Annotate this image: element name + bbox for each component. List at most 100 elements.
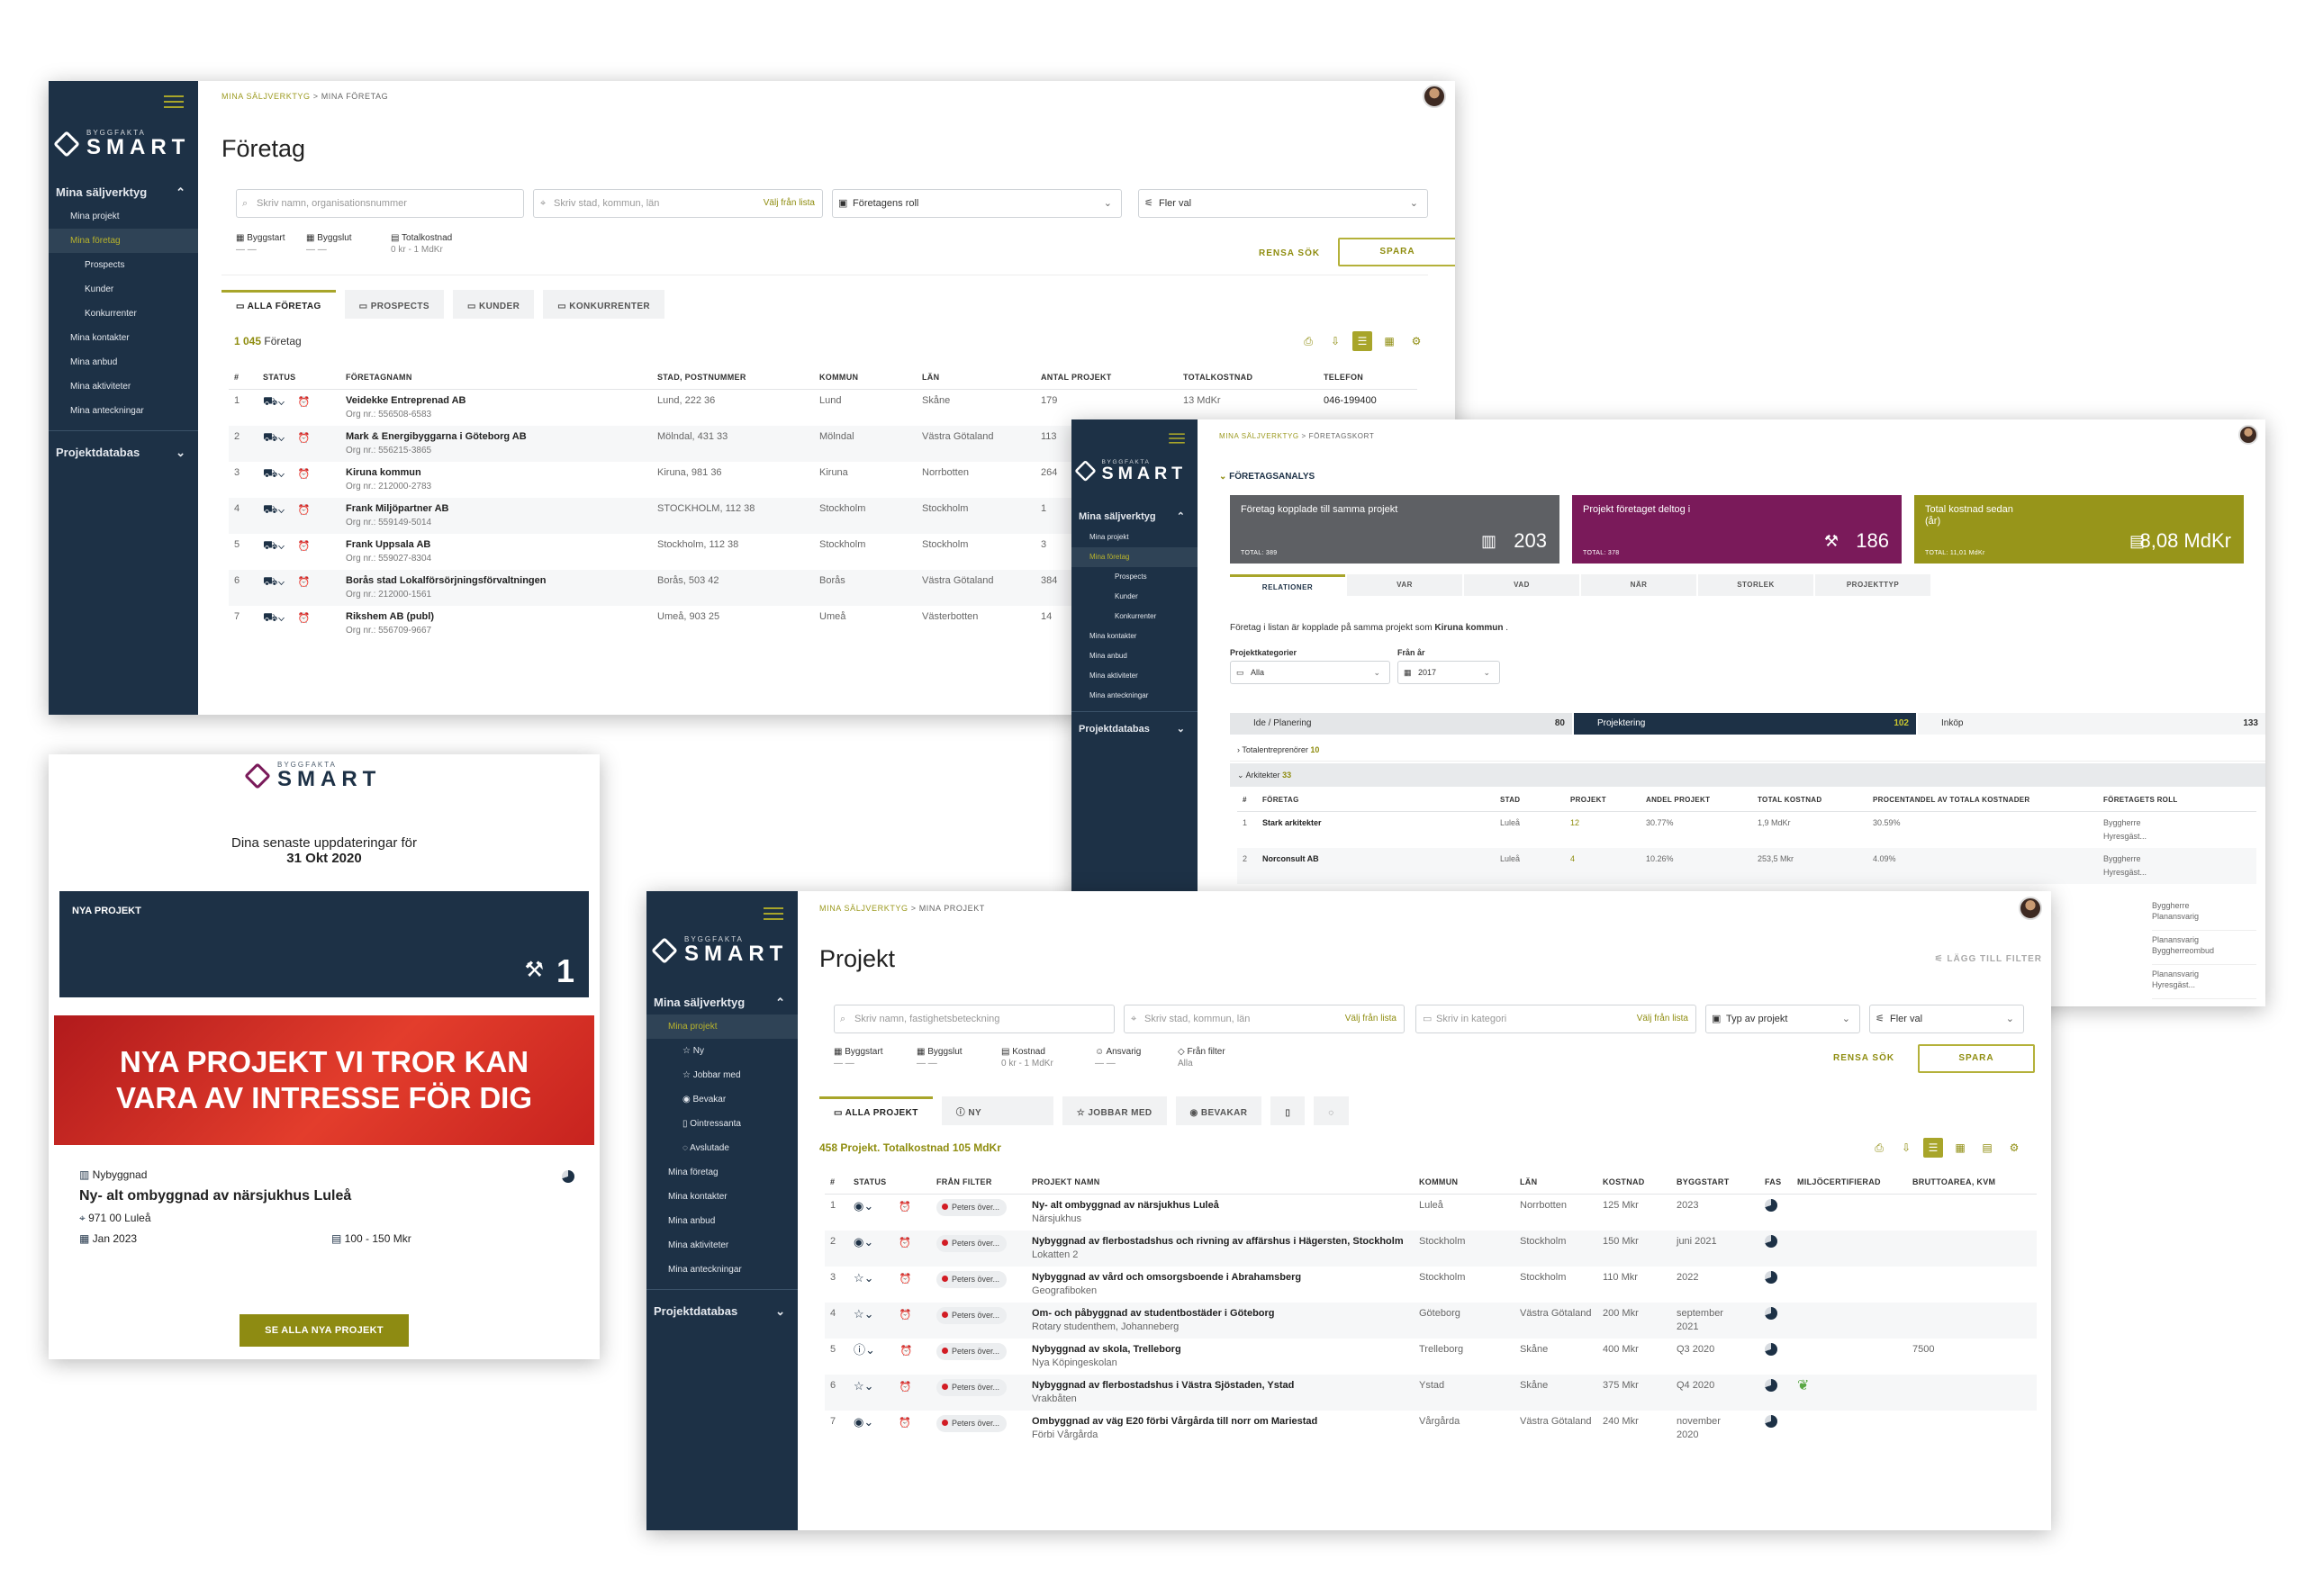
- grid-view-icon[interactable]: ▦: [1950, 1138, 1970, 1158]
- company-name[interactable]: Norconsult AB: [1262, 854, 1319, 863]
- nav-contacts[interactable]: Mina kontakter: [49, 326, 198, 350]
- project-name[interactable]: Nybyggnad av skola, Trelleborg: [1032, 1344, 1181, 1355]
- reminder-icon[interactable]: ⏰: [899, 1382, 912, 1393]
- filter-byggslut[interactable]: ▦ Byggslut — —: [306, 232, 352, 256]
- project-name[interactable]: Nybyggnad av flerbostadshus i Västra Sjö…: [1032, 1380, 1294, 1391]
- more-filters-select[interactable]: ⚟ Fler val ⌄: [1869, 1005, 2024, 1033]
- nav-prospects[interactable]: Prospects: [1071, 567, 1198, 587]
- nav-competitors[interactable]: Konkurrenter: [1071, 607, 1198, 627]
- tab-size[interactable]: STORLEK: [1698, 574, 1813, 596]
- tab-what[interactable]: VAD: [1464, 574, 1579, 596]
- filter-pill[interactable]: Peters över...: [936, 1415, 1008, 1432]
- tab-working-on[interactable]: ☆ JOBBAR MED: [1062, 1096, 1167, 1125]
- table-row[interactable]: 3 ☆⌄ ⏰ Peters över... Nybyggnad av vård och …: [825, 1267, 2037, 1303]
- tab-prospects[interactable]: ▭ PROSPECTS: [344, 290, 444, 319]
- nav-competitors[interactable]: Konkurrenter: [49, 302, 198, 326]
- tab-watching[interactable]: ◉ BEVAKAR: [1175, 1096, 1262, 1125]
- table-row[interactable]: 7 ◉⌄ ⏰ Peters över... Ombyggnad av väg E20 f…: [825, 1411, 2037, 1447]
- nav-uninteresting[interactable]: ▯ Ointressanta: [646, 1112, 798, 1136]
- company-name[interactable]: Frank Uppsala AB: [346, 539, 430, 550]
- reminder-icon[interactable]: ⏰: [899, 1202, 911, 1213]
- tab-uninteresting[interactable]: ▯: [1270, 1096, 1306, 1125]
- filter-byggstart[interactable]: ▦ Byggstart — —: [834, 1046, 882, 1069]
- company-name[interactable]: Veidekke Entreprenad AB: [346, 395, 466, 406]
- menu-icon[interactable]: [164, 95, 184, 108]
- tab-where[interactable]: VAR: [1347, 574, 1462, 596]
- tab-all-companies[interactable]: ▭ ALLA FÖRETAG: [221, 290, 336, 319]
- filter-byggstart[interactable]: ▦ Byggstart — —: [236, 232, 285, 256]
- company-name[interactable]: Frank Miljöpartner AB: [346, 503, 449, 514]
- nav-tenders[interactable]: Mina anbud: [49, 350, 198, 374]
- reminder-icon[interactable]: ⏰: [298, 397, 311, 408]
- nav-my-projects[interactable]: Mina projekt: [1071, 527, 1198, 547]
- more-filters-select[interactable]: ⚟ Fler val ⌄: [1138, 189, 1428, 218]
- settings-icon[interactable]: ⚙: [1406, 331, 1426, 351]
- reminder-icon[interactable]: ⏰: [298, 433, 311, 444]
- table-row[interactable]: 6 ☆⌄ ⏰ Peters över... Nybyggnad av flerbosta…: [825, 1375, 2037, 1411]
- filter-pill[interactable]: Peters över...: [936, 1271, 1008, 1288]
- avatar[interactable]: [1423, 85, 1446, 108]
- tab-all-projects[interactable]: ▭ ALLA PROJEKT: [819, 1096, 933, 1125]
- nav-new[interactable]: ☆ Ny: [646, 1039, 798, 1063]
- nav-notes[interactable]: Mina anteckningar: [49, 399, 198, 423]
- category-input[interactable]: ▭ Skriv in kategori Välj från lista: [1415, 1005, 1696, 1033]
- tab-relations[interactable]: RELATIONER: [1230, 574, 1345, 596]
- status-icon[interactable]: ☆⌄: [854, 1379, 874, 1393]
- nav-customers[interactable]: Kunder: [49, 277, 198, 302]
- nav-working-on[interactable]: ☆ Jobbar med: [646, 1063, 798, 1087]
- list-view-icon[interactable]: ☰: [1352, 331, 1372, 351]
- reminder-icon[interactable]: ⏰: [298, 505, 311, 516]
- status-icon[interactable]: ⛟⌄: [263, 610, 285, 624]
- clear-search-button[interactable]: RENSA SÖK: [1259, 248, 1320, 258]
- reminder-icon[interactable]: ⏰: [899, 1274, 912, 1285]
- tab-competitors[interactable]: ▭ KONKURRENTER: [543, 290, 665, 319]
- reminder-icon[interactable]: ⏰: [899, 1238, 911, 1249]
- search-input[interactable]: ⌕ Skriv namn, organisationsnummer: [236, 189, 524, 218]
- nav-activities[interactable]: Mina aktiviteter: [1071, 666, 1198, 686]
- filter-kostnad[interactable]: ▤ Kostnad 0 kr - 1 MdKr: [1001, 1046, 1053, 1069]
- reminder-icon[interactable]: ⏰: [899, 1418, 911, 1429]
- reminder-icon[interactable]: ⏰: [298, 469, 311, 480]
- company-name[interactable]: Borås stad Lokalförsörjningsförvaltninge…: [346, 575, 546, 586]
- status-icon[interactable]: ◉⌄: [854, 1235, 873, 1249]
- table-row[interactable]: 4 ☆⌄ ⏰ Peters över... Om- och påbyggnad av s…: [825, 1303, 2037, 1339]
- search-input[interactable]: ⌕ Skriv namn, fastighetsbeteckning: [834, 1005, 1115, 1033]
- filter-pill[interactable]: Peters över...: [936, 1379, 1008, 1396]
- tab-new[interactable]: ⓘ NY: [941, 1096, 1053, 1125]
- avatar[interactable]: [2019, 897, 2042, 920]
- status-icon[interactable]: ⛟⌄: [263, 394, 285, 408]
- save-button[interactable]: SPARA: [1338, 238, 1455, 266]
- filter-pill[interactable]: Peters över...: [936, 1235, 1008, 1252]
- status-icon[interactable]: ⓘ⌄: [854, 1343, 875, 1357]
- nav-my-projects[interactable]: Mina projekt: [49, 204, 198, 229]
- filter-from-filter[interactable]: ◇ Från filter Alla: [1178, 1046, 1225, 1069]
- print-icon[interactable]: ⎙: [1869, 1138, 1889, 1158]
- grid-view-icon[interactable]: ▦: [1379, 331, 1399, 351]
- clear-search-button[interactable]: RENSA SÖK: [1833, 1053, 1894, 1063]
- status-icon[interactable]: ⛟⌄: [263, 538, 285, 552]
- company-name[interactable]: Kiruna kommun: [346, 467, 421, 478]
- stage-design[interactable]: Projektering 102: [1574, 713, 1916, 735]
- project-name[interactable]: Ny- alt ombyggnad av närsjukhus Luleå: [1032, 1200, 1219, 1211]
- location-input[interactable]: ⌖ Skriv stad, kommun, län Välj från lista: [533, 189, 823, 218]
- table-row[interactable]: 2 ◉⌄ ⏰ Peters över... Nybyggnad av flerbosta…: [825, 1231, 2037, 1267]
- nav-group-sales-tools[interactable]: Mina säljverktyg ⌃: [49, 180, 198, 204]
- nav-group-sales-tools[interactable]: Mina säljverktyg ⌃: [646, 990, 798, 1014]
- export-icon[interactable]: ⇩: [1896, 1138, 1916, 1158]
- company-name[interactable]: Mark & Energibyggarna i Göteborg AB: [346, 431, 527, 442]
- status-icon[interactable]: ⛟⌄: [263, 574, 285, 588]
- status-icon[interactable]: ◉⌄: [854, 1199, 873, 1213]
- category-select[interactable]: ▭ Alla ⌄: [1230, 661, 1390, 684]
- filter-totalkostnad[interactable]: ▤ Totalkostnad 0 kr - 1 MdKr: [391, 232, 452, 256]
- choose-list-link[interactable]: Välj från lista: [764, 190, 815, 217]
- status-icon[interactable]: ⛟⌄: [263, 466, 285, 480]
- section-title[interactable]: ⌄ FÖRETAGSANALYS: [1219, 472, 1315, 482]
- nav-notes[interactable]: Mina anteckningar: [646, 1258, 798, 1282]
- reminder-icon[interactable]: ⏰: [298, 577, 311, 588]
- company-name[interactable]: Stark arkitekter: [1262, 818, 1322, 827]
- status-icon[interactable]: ◉⌄: [854, 1415, 873, 1429]
- nav-my-projects[interactable]: Mina projekt: [646, 1014, 798, 1039]
- nav-my-companies[interactable]: Mina företag: [646, 1160, 798, 1185]
- role-select[interactable]: ▣ Företagens roll ⌄: [832, 189, 1122, 218]
- menu-icon[interactable]: [764, 907, 783, 920]
